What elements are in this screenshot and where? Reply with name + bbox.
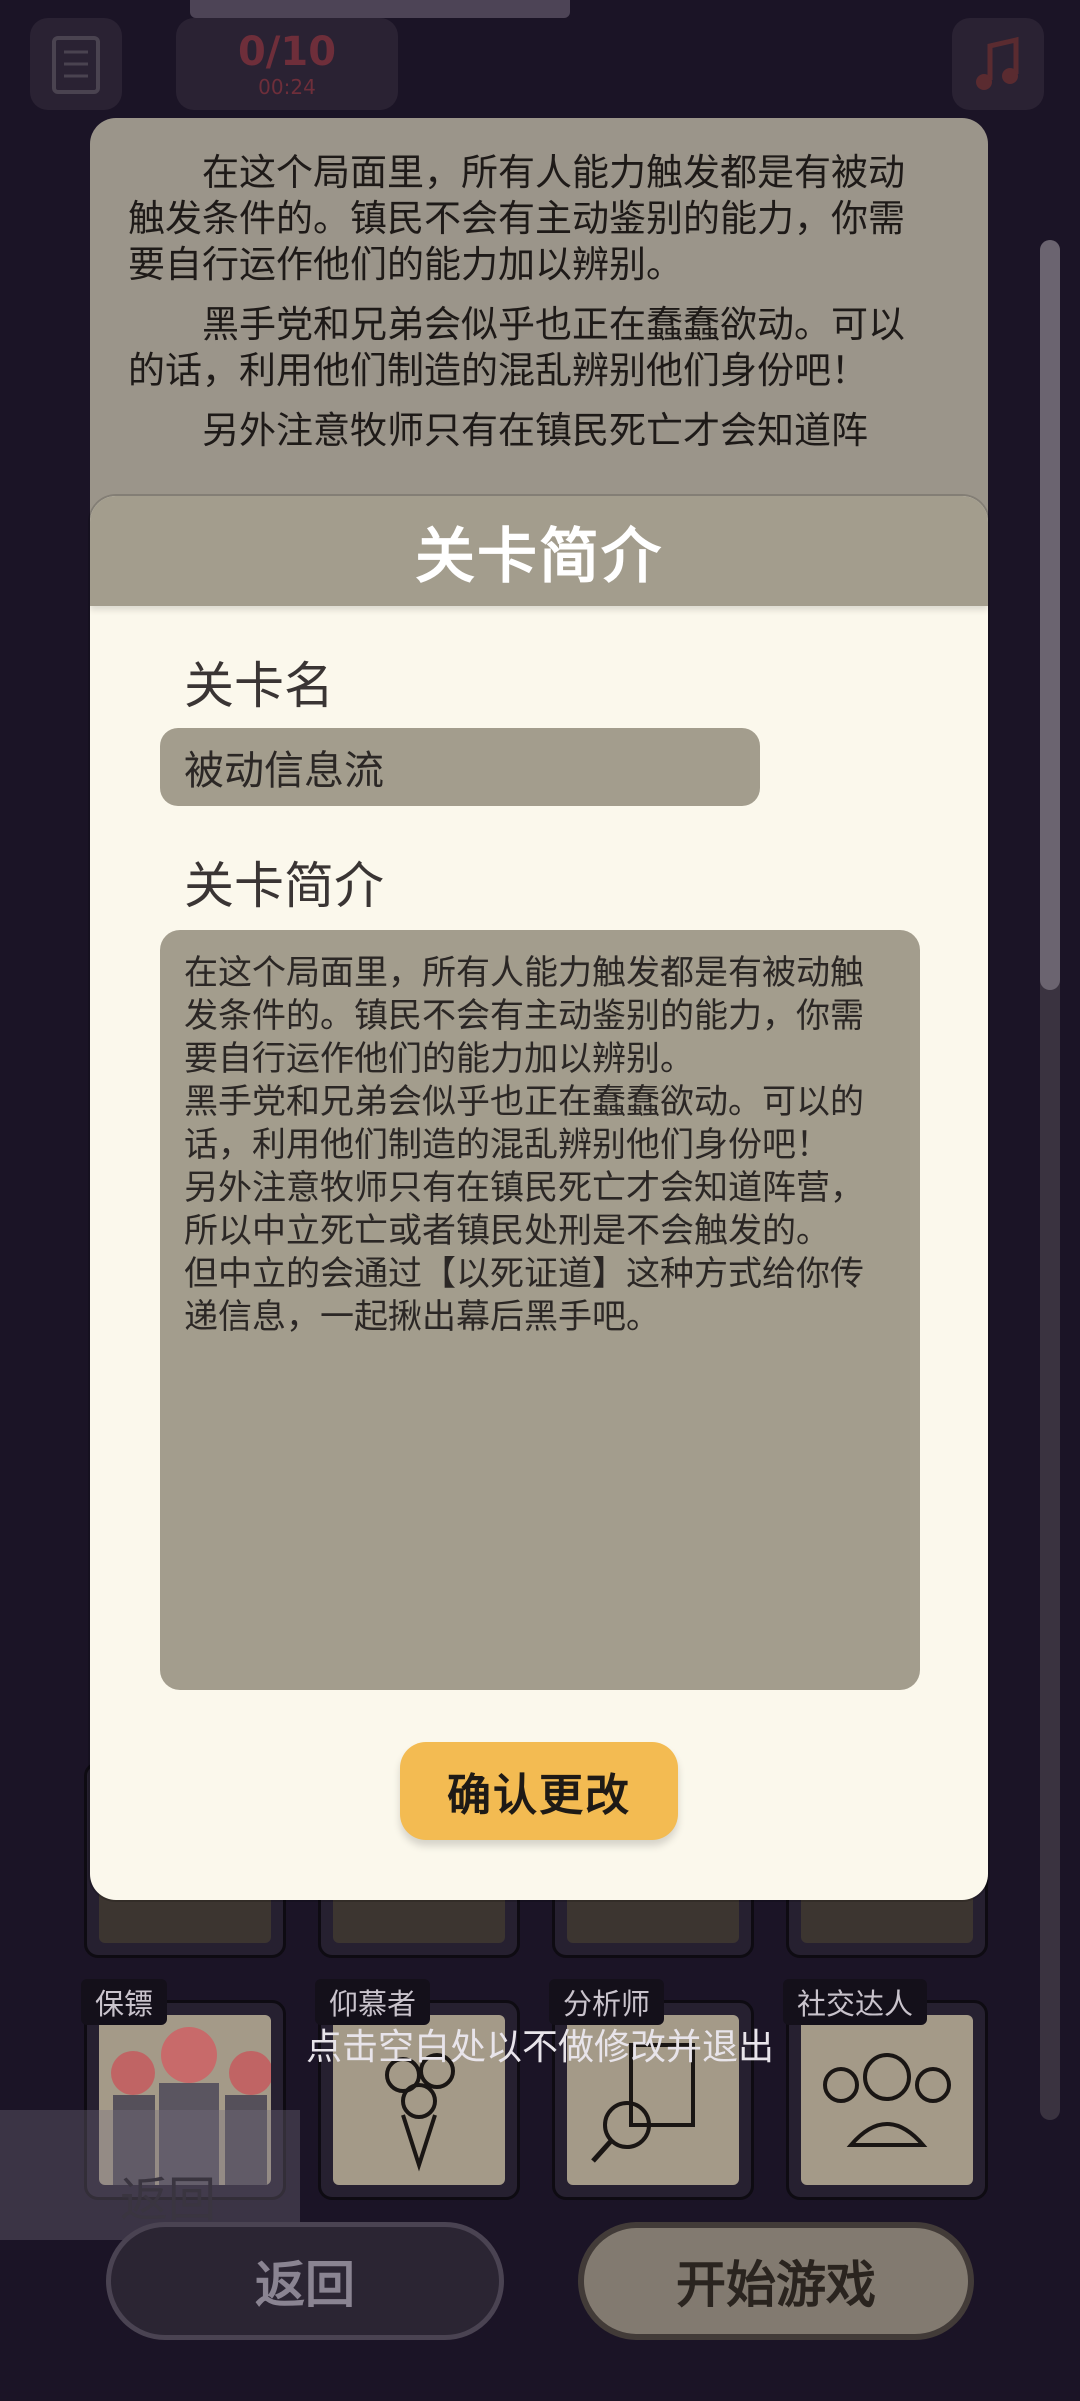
info-paragraph: 黑手党和兄弟会似乎也正在蠢蠢欲动。可以的话，利用他们制造的混乱辨别他们身份吧！ xyxy=(128,303,905,392)
confirm-change-button[interactable]: 确认更改 xyxy=(400,1742,678,1840)
level-desc-label: 关卡简介 xyxy=(184,857,384,915)
counter-time: 00:24 xyxy=(258,75,316,99)
level-edit-modal: 关卡简介 关卡名 被动信息流 关卡简介 在这个局面里，所有人能力触发都是有被动触… xyxy=(90,496,988,1900)
back-ghost-label: 返回 xyxy=(120,2172,217,2228)
back-button-label: 返回 xyxy=(255,2256,355,2314)
modal-header: 关卡简介 xyxy=(90,496,988,606)
counter-value: 0/10 xyxy=(237,29,337,75)
music-note-icon xyxy=(976,36,1019,90)
notebook-icon xyxy=(52,36,100,94)
start-game-button[interactable]: 开始游戏 xyxy=(578,2222,974,2340)
level-desc-textarea[interactable]: 在这个局面里，所有人能力触发都是有被动触发条件的。镇民不会有主动鉴别的能力，你需… xyxy=(160,930,920,1690)
music-button[interactable] xyxy=(952,18,1044,110)
info-paragraph: 另外注意牧师只有在镇民死亡才会知道阵 xyxy=(202,409,868,452)
start-game-label: 开始游戏 xyxy=(676,2256,876,2314)
top-status-bar xyxy=(190,0,570,18)
back-ghost: 返回 xyxy=(0,2110,300,2240)
turn-counter: 0/10 00:24 xyxy=(176,18,398,110)
level-name-label: 关卡名 xyxy=(184,657,334,715)
info-paragraph: 在这个局面里，所有人能力触发都是有被动触发条件的。镇民不会有主动鉴别的能力，你需… xyxy=(128,151,905,286)
scrollbar-thumb[interactable] xyxy=(1040,240,1060,990)
confirm-change-label: 确认更改 xyxy=(447,1770,631,1821)
dismiss-hint: 点击空白处以不做修改并退出 xyxy=(305,2027,774,2068)
level-name-input[interactable]: 被动信息流 xyxy=(160,728,760,806)
notebook-button[interactable] xyxy=(30,18,122,110)
modal-title: 关卡简介 xyxy=(415,521,663,592)
back-button[interactable]: 返回 xyxy=(106,2222,504,2340)
